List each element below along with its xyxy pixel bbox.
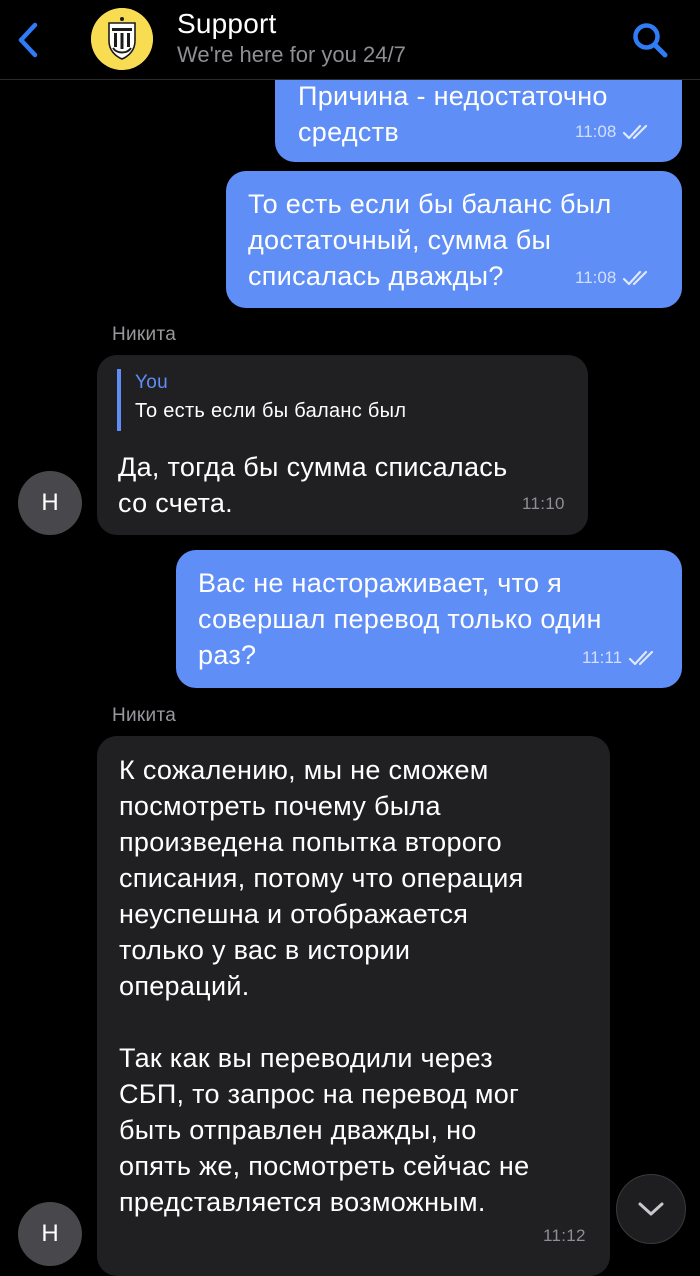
reply-quote[interactable]: You То есть если бы баланс был — [117, 369, 447, 431]
message-meta: 11:08 — [575, 122, 650, 142]
scroll-to-bottom-button[interactable] — [616, 1174, 686, 1244]
message-text: Вас не настораживает, что я совершал пер… — [198, 568, 602, 670]
message-time: 11:08 — [575, 122, 617, 141]
tinkoff-logo[interactable] — [91, 8, 153, 70]
message-text: Да, тогда бы сумма списалась со счета. — [118, 452, 508, 518]
reply-text: То есть если бы баланс был — [135, 400, 407, 422]
chevron-left-icon — [18, 22, 38, 58]
shield-logo-icon — [91, 8, 153, 70]
sender-name: Никита — [112, 705, 177, 726]
message-time: 11:10 — [522, 494, 565, 513]
message-time: 11:11 — [582, 648, 623, 667]
double-check-icon — [628, 650, 654, 666]
back-button[interactable] — [10, 20, 46, 60]
message-text: К сожалению, мы не сможем посмотреть поч… — [119, 755, 530, 1217]
reply-author: You — [135, 372, 168, 393]
avatar[interactable]: Н — [18, 471, 82, 535]
message-time: 11:12 — [543, 1226, 586, 1245]
search-button[interactable] — [628, 18, 672, 62]
message-meta: 11:11 — [582, 648, 656, 668]
double-check-icon — [623, 270, 648, 286]
chat-subtitle: We're here for you 24/7 — [177, 42, 406, 67]
chevron-down-icon — [638, 1202, 664, 1216]
incoming-message[interactable]: You То есть если бы баланс был Да, тогда… — [97, 355, 588, 535]
message-meta: 11:08 — [575, 268, 650, 288]
incoming-message[interactable]: К сожалению, мы не сможем посмотреть поч… — [97, 736, 610, 1276]
outgoing-message[interactable]: Причина - недостаточно средств — [275, 68, 682, 162]
chat-title[interactable]: Support — [177, 8, 276, 40]
message-time: 11:08 — [575, 268, 617, 287]
double-check-icon — [623, 124, 648, 140]
search-icon — [633, 23, 668, 58]
message-text: То есть если бы баланс был достаточный, … — [248, 189, 612, 291]
sender-name: Никита — [112, 324, 177, 345]
message-text: Причина - недостаточно средств — [298, 81, 608, 147]
message-meta: 11:10 — [522, 494, 565, 514]
chat-header: Support We're here for you 24/7 — [0, 0, 700, 80]
message-meta: 11:12 — [543, 1226, 586, 1246]
avatar[interactable]: Н — [18, 1202, 82, 1266]
